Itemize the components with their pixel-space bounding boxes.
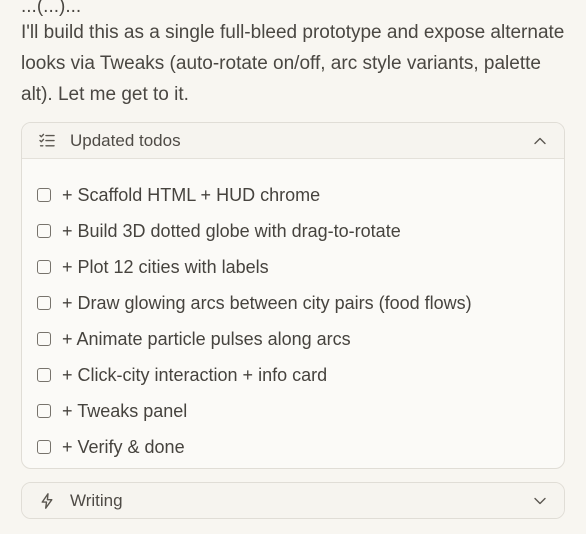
todo-checkbox[interactable]	[37, 368, 51, 382]
todo-item[interactable]: + Build 3D dotted globe with drag-to-rot…	[37, 213, 564, 249]
todo-checkbox[interactable]	[37, 224, 51, 238]
todo-checkbox[interactable]	[37, 296, 51, 310]
todo-label: + Build 3D dotted globe with drag-to-rot…	[62, 220, 401, 241]
chevron-down-icon[interactable]	[532, 493, 548, 509]
writing-panel-title: Writing	[70, 491, 123, 510]
todos-panel-header[interactable]: Updated todos	[22, 123, 564, 159]
todo-item[interactable]: + Tweaks panel	[37, 393, 564, 429]
todo-label: + Tweaks panel	[62, 400, 188, 421]
todo-item[interactable]: + Verify & done	[37, 429, 564, 465]
todo-checkbox[interactable]	[37, 440, 51, 454]
todo-item[interactable]: + Animate particle pulses along arcs	[37, 321, 564, 357]
todo-label: + Animate particle pulses along arcs	[62, 328, 351, 349]
todo-list: + Scaffold HTML + HUD chrome + Build 3D …	[22, 159, 564, 465]
todo-item[interactable]: + Plot 12 cities with labels	[37, 249, 564, 285]
todo-checkbox[interactable]	[37, 404, 51, 418]
todo-checkbox[interactable]	[37, 332, 51, 346]
todo-item[interactable]: + Draw glowing arcs between city pairs (…	[37, 285, 564, 321]
chevron-up-icon[interactable]	[532, 133, 548, 149]
todos-panel-title: Updated todos	[70, 130, 181, 150]
writing-panel[interactable]: Writing	[21, 482, 565, 519]
todo-item[interactable]: + Scaffold HTML + HUD chrome	[37, 177, 564, 213]
todos-panel: Updated todos + Scaffold HTML + HUD chro…	[21, 122, 565, 469]
todo-label: + Verify & done	[62, 436, 185, 457]
checklist-icon	[38, 132, 56, 150]
writing-panel-header[interactable]: Writing	[22, 483, 564, 518]
todo-checkbox[interactable]	[37, 188, 51, 202]
todo-label: + Plot 12 cities with labels	[62, 256, 269, 277]
todo-label: + Click-city interaction + info card	[62, 364, 328, 385]
todo-item[interactable]: + Click-city interaction + info card	[37, 357, 564, 393]
todo-label: + Scaffold HTML + HUD chrome	[62, 184, 321, 205]
todo-checkbox[interactable]	[37, 260, 51, 274]
todo-label: + Draw glowing arcs between city pairs (…	[62, 292, 472, 313]
assistant-message: I'll build this as a single full-bleed p…	[21, 17, 569, 110]
lightning-icon	[38, 492, 56, 510]
intro-paragraph: I'll build this as a single full-bleed p…	[21, 22, 565, 105]
